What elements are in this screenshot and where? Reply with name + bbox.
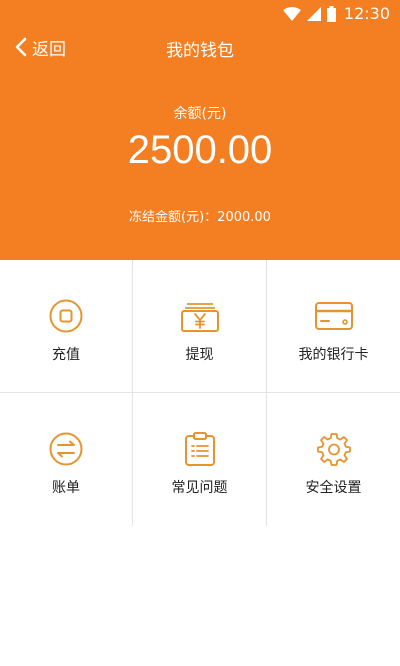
gear-icon [314,431,354,467]
menu-item-recharge[interactable]: 充值 [0,260,133,393]
nav-bar: 返回 我的钱包 [0,28,400,66]
menu-item-withdraw[interactable]: 提现 [133,260,267,393]
wallet-menu-grid: 充值 提现 我的银行卡 账单 常见问题 安全设置 [0,260,400,526]
withdraw-icon [180,298,220,334]
bill-icon [46,431,86,467]
menu-item-label: 充值 [52,347,80,363]
menu-item-label: 提现 [185,347,214,363]
faq-icon [180,431,220,467]
frozen-amount: 冻结金额(元)：2000.00 [0,206,400,225]
menu-item-security-settings[interactable]: 安全设置 [267,393,400,526]
wallet-header: 12:30 返回 我的钱包 余额(元) 2500.00 冻结金额(元)：2000… [0,0,400,260]
menu-item-label: 常见问题 [171,480,228,496]
menu-item-faq[interactable]: 常见问题 [133,393,267,526]
menu-item-label: 安全设置 [305,480,362,496]
status-time: 12:30 [343,4,390,23]
status-icons: 12:30 [282,4,390,24]
page-title: 我的钱包 [166,41,234,61]
frozen-label: 冻结金额(元)： [129,210,218,225]
balance-label: 余额(元) [173,106,227,122]
bank-card-icon [314,298,354,334]
menu-item-label: 账单 [52,480,80,496]
battery-icon [326,6,336,22]
menu-item-bill[interactable]: 账单 [0,393,133,526]
menu-item-bank-card[interactable]: 我的银行卡 [267,260,400,393]
recharge-icon [46,298,86,334]
signal-icon [306,7,321,21]
frozen-value: 2000.00 [217,210,271,225]
balance-value: 2500.00 [127,128,273,172]
status-bar: 12:30 [0,0,400,28]
menu-item-label: 我的银行卡 [298,347,369,363]
wifi-icon [282,7,301,21]
